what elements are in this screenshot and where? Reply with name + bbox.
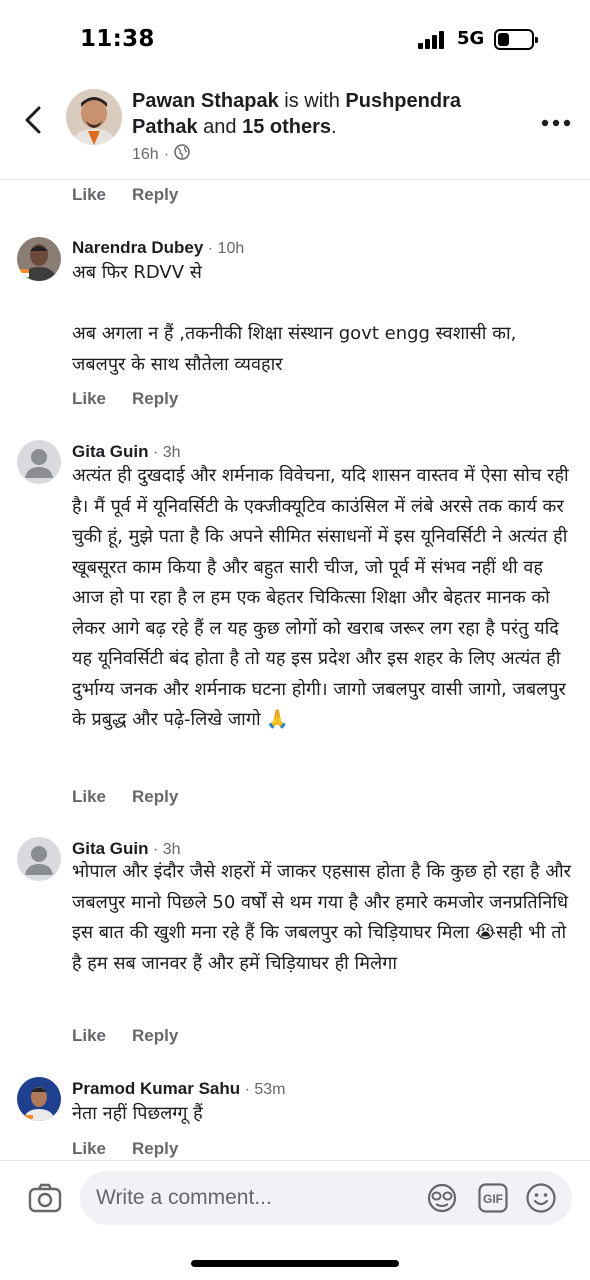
previous-comment-actions: Like Reply — [72, 185, 178, 205]
commenter-avatar[interactable] — [17, 1077, 61, 1121]
and-text: and — [197, 116, 243, 138]
gif-label: GIF — [483, 1192, 503, 1206]
author-avatar[interactable] — [66, 89, 122, 145]
others-link[interactable]: 15 others — [242, 116, 331, 138]
like-button[interactable]: Like — [72, 1026, 106, 1046]
commenter-name[interactable]: Narendra Dubey · 10h — [72, 238, 244, 258]
like-button[interactable]: Like — [72, 787, 106, 807]
commenter-name-text[interactable]: Gita Guin — [72, 839, 149, 858]
reply-button[interactable]: Reply — [132, 389, 178, 409]
post-header-text: Pawan Sthapak is with Pushpendra Pathak … — [132, 88, 512, 140]
commenter-avatar[interactable] — [17, 237, 61, 281]
comment-text: भोपाल और इंदौर जैसे शहरों में जाकर एहसास… — [72, 861, 577, 974]
sticker-icon[interactable] — [426, 1183, 458, 1213]
reply-button[interactable]: Reply — [132, 1026, 178, 1046]
comment-time: · 10h — [203, 240, 245, 257]
camera-icon[interactable] — [28, 1183, 62, 1213]
globe-icon — [174, 144, 190, 165]
battery-icon — [494, 29, 538, 50]
status-time: 11:38 — [80, 26, 155, 52]
reply-button[interactable]: Reply — [132, 185, 178, 205]
commenter-name[interactable]: Pramod Kumar Sahu · 53m — [72, 1079, 286, 1099]
like-button[interactable]: Like — [72, 185, 106, 205]
post-header: Pawan Sthapak is with Pushpendra Pathak … — [0, 80, 590, 180]
like-button[interactable]: Like — [72, 389, 106, 409]
comment-time: · 53m — [240, 1081, 286, 1098]
chevron-left-icon[interactable] — [20, 100, 50, 140]
comment-text: नेता नहीं पिछलग्गू हैं — [72, 1103, 203, 1124]
commenter-avatar[interactable] — [17, 837, 61, 881]
commenter-name-text[interactable]: Pramod Kumar Sahu — [72, 1079, 240, 1098]
emoji-icon[interactable] — [525, 1182, 557, 1214]
comment-time-text: 3h — [162, 841, 181, 858]
post-meta: 16h · — [132, 144, 190, 165]
comment-time-text: 53m — [254, 1081, 286, 1098]
comment-actions: Like Reply — [72, 1026, 178, 1046]
status-bar: 11:38 5G — [0, 0, 590, 80]
more-dots-icon[interactable] — [540, 113, 572, 127]
commenter-name-text[interactable]: Narendra Dubey — [72, 238, 203, 257]
author-name[interactable]: Pawan Sthapak — [132, 90, 279, 112]
comment-text: अब फिर RDVV से अब अगला न हैं ,तकनीकी शिक… — [72, 262, 517, 375]
post-time: 16h — [132, 145, 159, 163]
comment-actions: Like Reply — [72, 1139, 178, 1159]
home-indicator[interactable] — [191, 1260, 399, 1267]
signal-icon — [418, 31, 450, 49]
comment-text: अत्यंत ही दुखदाई और शर्मनाक विवेचना, यदि… — [72, 465, 575, 730]
comment-actions: Like Reply — [72, 787, 178, 807]
comment-time: · 3h — [148, 444, 181, 461]
reply-button[interactable]: Reply — [132, 787, 178, 807]
comment-time-text: 3h — [162, 444, 181, 461]
period-text: . — [331, 116, 337, 138]
gif-icon[interactable]: GIF — [478, 1183, 508, 1213]
commenter-name[interactable]: Gita Guin · 3h — [72, 442, 181, 462]
reply-button[interactable]: Reply — [132, 1139, 178, 1159]
comment-time: · 3h — [148, 841, 181, 858]
comment-actions: Like Reply — [72, 389, 178, 409]
commenter-name[interactable]: Gita Guin · 3h — [72, 839, 181, 859]
network-type: 5G — [457, 28, 485, 49]
comment-input[interactable] — [96, 1171, 416, 1225]
meta-separator: · — [163, 145, 170, 163]
commenter-avatar[interactable] — [17, 440, 61, 484]
with-text: is with — [278, 90, 346, 112]
commenter-name-text[interactable]: Gita Guin — [72, 442, 149, 461]
like-button[interactable]: Like — [72, 1139, 106, 1159]
comment-box[interactable]: GIF — [80, 1171, 572, 1225]
comment-time-text: 10h — [217, 240, 245, 257]
